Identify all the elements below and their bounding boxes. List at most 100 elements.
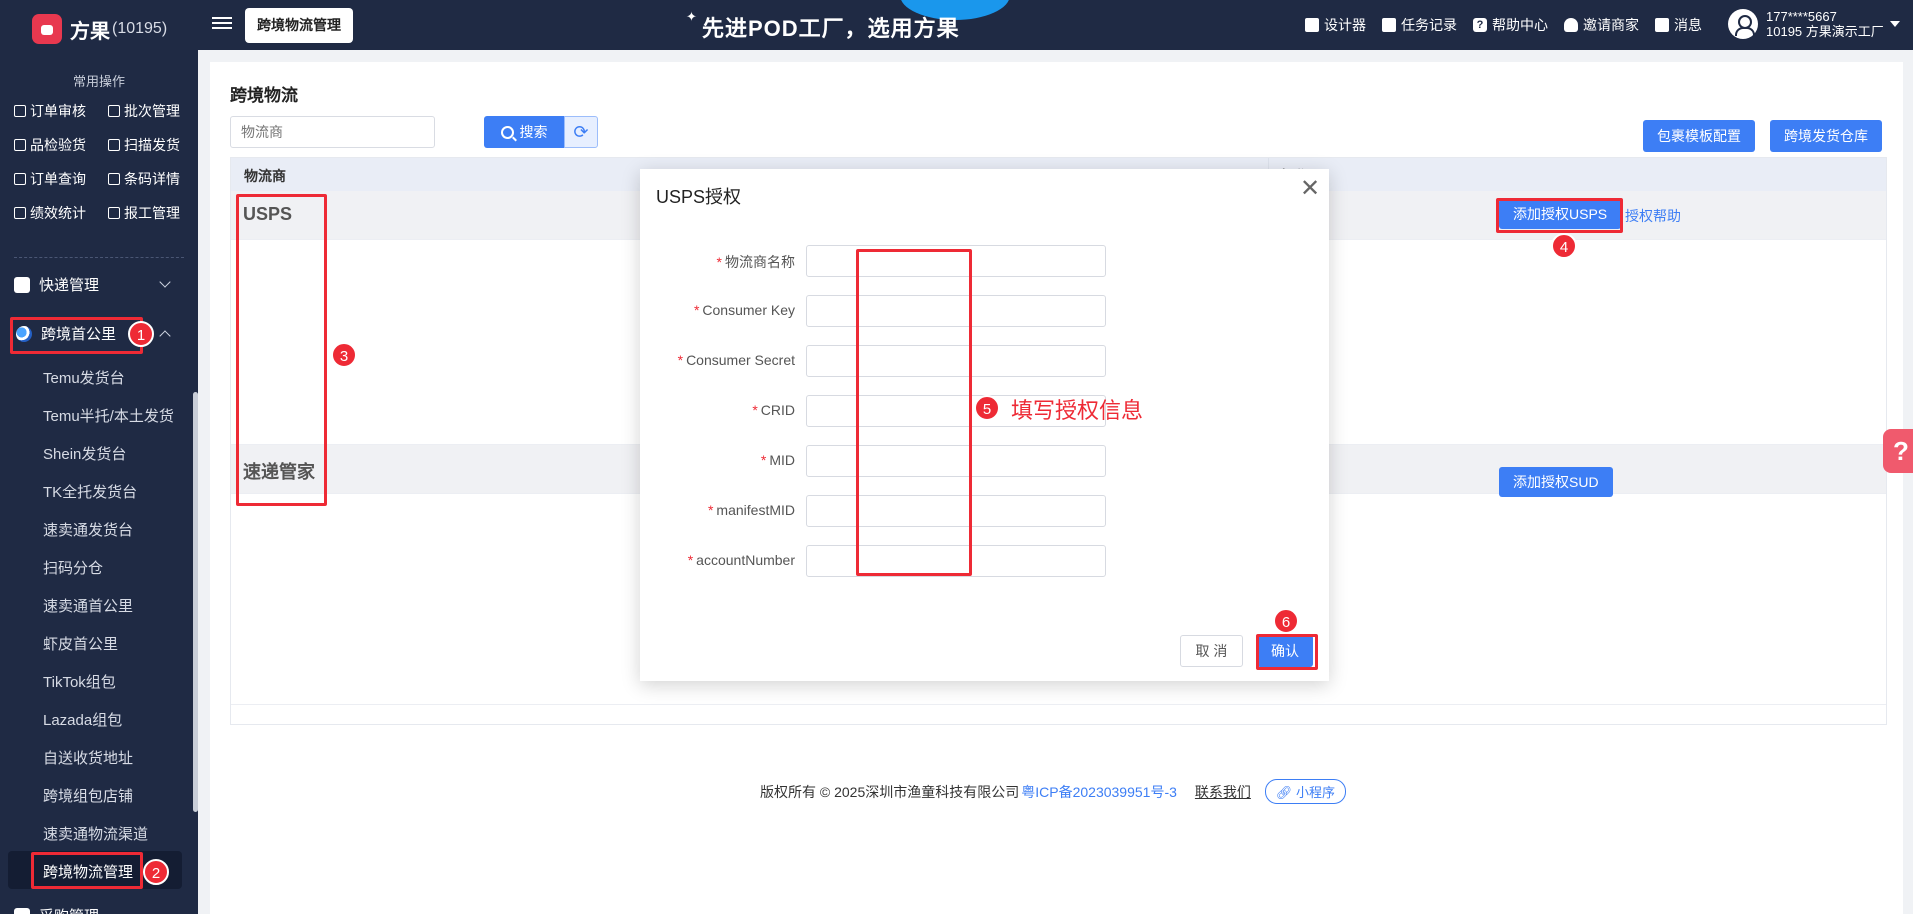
sidebar-item-tk-full-hosted[interactable]: TK全托发货台 <box>43 481 137 502</box>
image-icon <box>1305 18 1319 32</box>
quick-label: 品检验货 <box>30 137 86 153</box>
quick-scan-ship[interactable]: 扫描发货 <box>108 137 194 153</box>
sidebar-item-aliexpress-first-mile[interactable]: 速卖通首公里 <box>43 595 133 616</box>
sidebar-item-aliexpress-channel[interactable]: 速卖通物流渠道 <box>43 823 148 844</box>
sidebar-item-self-delivery-address[interactable]: 自送收货地址 <box>43 747 133 768</box>
field-label: * MID <box>760 452 795 468</box>
quick-label: 批次管理 <box>124 103 180 119</box>
brand-name: 方果 <box>70 20 110 43</box>
brand-logo[interactable]: 方果 (10195) <box>32 14 167 44</box>
brand-logo-icon <box>32 14 62 44</box>
link-messages[interactable]: 消息 <box>1655 15 1702 35</box>
field-consumer-key: * Consumer Key <box>640 295 1329 327</box>
field-carrier-name: * 物流商名称 <box>640 245 1329 277</box>
annotation-badge-6: 6 <box>1273 608 1299 634</box>
sidebar-item-cross-border-store[interactable]: 跨境组包店铺 <box>43 785 133 806</box>
contact-us-link[interactable]: 联系我们 <box>1195 782 1251 802</box>
cross-border-warehouse-button[interactable]: 跨境发货仓库 <box>1770 120 1882 152</box>
common-ops-title: 常用操作 <box>72 74 125 89</box>
promo-banner: ✦ 先进POD工厂，选用方果 <box>650 0 1030 50</box>
annotation-badge-5: 5 <box>974 395 1000 421</box>
quick-label: 报工管理 <box>124 205 180 221</box>
annotation-box-6 <box>1256 634 1318 670</box>
cart-icon <box>14 907 30 914</box>
search-doc-icon <box>14 173 26 185</box>
quick-quality-check[interactable]: 品检验货 <box>14 137 108 153</box>
user-company: 10195 方果演示工厂 <box>1766 24 1884 39</box>
sidebar-item-tiktok-package[interactable]: TikTok组包 <box>43 671 116 692</box>
clipboard-icon <box>14 139 26 151</box>
user-info: 177****5667 10195 方果演示工厂 <box>1766 9 1884 39</box>
annotation-badge-2: 2 <box>143 859 169 885</box>
sidebar-item-lazada-package[interactable]: Lazada组包 <box>43 709 122 730</box>
dialog-title: USPS授权 <box>656 187 742 207</box>
mini-program-button[interactable]: 🔗︎ 小程序 <box>1264 779 1347 804</box>
carrier-filter-input[interactable] <box>230 116 435 148</box>
menu-toggle-icon[interactable] <box>212 14 232 34</box>
document-icon <box>108 105 120 117</box>
field-consumer-secret: * Consumer Secret <box>640 345 1329 377</box>
annotation-badge-4: 4 <box>1551 233 1577 259</box>
link-help-center[interactable]: ? 帮助中心 <box>1473 15 1548 35</box>
sidebar-item-temu-semi-hosted[interactable]: Temu半托/本土发货 <box>43 405 174 426</box>
quick-label: 绩效统计 <box>30 205 86 221</box>
refresh-button[interactable]: ⟳ <box>564 116 598 148</box>
package-template-button[interactable]: 包裹模板配置 <box>1643 120 1755 152</box>
page-title: 跨境物流 <box>230 86 298 105</box>
sidebar-scrollbar[interactable] <box>193 392 198 812</box>
quick-barcode-detail[interactable]: 条码详情 <box>108 171 194 187</box>
sparkle-icon: ✦ <box>686 9 697 24</box>
sidebar-item-scan-sort[interactable]: 扫码分仓 <box>43 557 103 578</box>
quick-ops-grid: 订单审核 批次管理 品检验货 扫描发货 订单查询 条码详情 绩效统计 报工管理 <box>14 103 194 221</box>
top-links: 设计器 任务记录 ? 帮助中心 邀请商家 消息 <box>1305 15 1718 35</box>
floating-help-icon[interactable]: ? <box>1883 429 1913 473</box>
annotation-box-2 <box>31 852 143 889</box>
quick-performance[interactable]: 绩效统计 <box>14 205 108 221</box>
link-label: 设计器 <box>1324 17 1366 33</box>
annotation-box-1 <box>10 317 143 354</box>
message-icon <box>1655 18 1669 32</box>
sidebar-item-temu-shipping[interactable]: Temu发货台 <box>43 367 125 388</box>
close-icon[interactable]: ✕ <box>1300 177 1320 201</box>
field-label: * Consumer Key <box>693 302 795 318</box>
page-footer: 版权所有 © 2025深圳市渔童科技有限公司 粤ICP备2023039951号-… <box>760 779 1347 804</box>
auth-help-link[interactable]: 授权帮助 <box>1625 206 1681 226</box>
quick-label: 订单审核 <box>30 103 86 119</box>
link-task-records[interactable]: 任务记录 <box>1382 15 1457 35</box>
user-menu[interactable]: 177****5667 10195 方果演示工厂 <box>1728 9 1900 39</box>
icp-link[interactable]: 粤ICP备2023039951号-3 <box>1021 782 1177 802</box>
quick-work-report[interactable]: 报工管理 <box>108 205 194 221</box>
usps-auth-dialog: USPS授权 ✕ * 物流商名称 * Consumer Key * Consumer … <box>640 169 1329 681</box>
quick-batch-manage[interactable]: 批次管理 <box>108 103 194 119</box>
add-sud-auth-button[interactable]: 添加授权SUD <box>1499 467 1613 497</box>
search-icon <box>500 125 514 139</box>
search-button[interactable]: 搜索 <box>484 116 564 148</box>
checkbox-icon <box>108 207 120 219</box>
link-label: 任务记录 <box>1401 17 1457 33</box>
sidebar-item-shopee-first-mile[interactable]: 虾皮首公里 <box>43 633 118 654</box>
quick-label: 订单查询 <box>30 171 86 187</box>
nav-purchase-management[interactable]: 采购管理 <box>14 905 99 914</box>
banner-text: 先进POD工厂，选用方果 <box>702 16 960 41</box>
sidebar-item-aliexpress-shipping[interactable]: 速卖通发货台 <box>43 519 133 540</box>
quick-order-query[interactable]: 订单查询 <box>14 171 108 187</box>
field-label: * manifestMID <box>707 502 795 518</box>
nav-express-management[interactable]: 快递管理 <box>14 274 99 295</box>
field-account-number: * accountNumber <box>640 545 1329 577</box>
link-label: 帮助中心 <box>1492 17 1548 33</box>
annotation-box-4 <box>1496 198 1623 233</box>
barcode-icon <box>108 173 120 185</box>
col-carrier: 物流商 <box>244 168 286 184</box>
sidebar-divider <box>14 257 184 258</box>
sidebar-item-shein-shipping[interactable]: Shein发货台 <box>43 443 126 464</box>
cancel-button[interactable]: 取 消 <box>1180 635 1243 667</box>
person-add-icon <box>1564 18 1578 32</box>
link-designer[interactable]: 设计器 <box>1305 15 1366 35</box>
annotation-note: 填写授权信息 <box>1011 398 1144 423</box>
quick-label: 扫描发货 <box>124 137 180 153</box>
tab-cross-border-logistics[interactable]: 跨境物流管理 <box>245 8 353 43</box>
quick-order-review[interactable]: 订单审核 <box>14 103 108 119</box>
annotation-badge-1: 1 <box>128 321 154 347</box>
top-header: 方果 (10195) 跨境物流管理 ✦ 先进POD工厂，选用方果 设计器 任务记… <box>0 0 1913 50</box>
link-invite-merchant[interactable]: 邀请商家 <box>1564 15 1639 35</box>
